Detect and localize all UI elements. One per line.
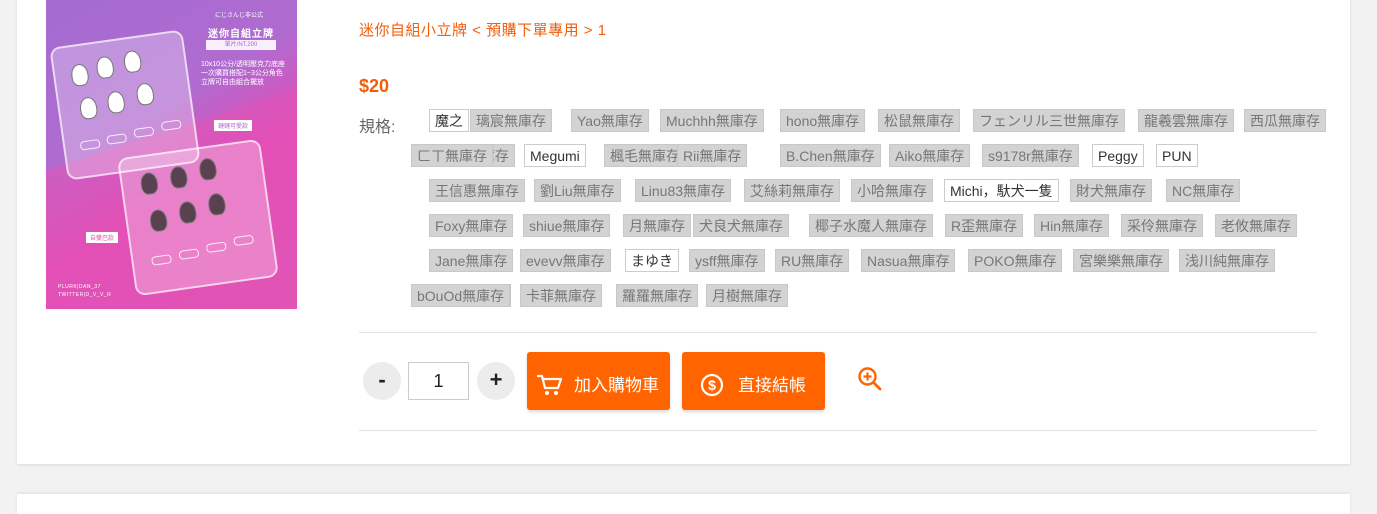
quantity-input[interactable] bbox=[408, 362, 469, 400]
spec-option[interactable]: Yao無庫存 bbox=[571, 109, 649, 132]
figure bbox=[206, 192, 227, 217]
figure bbox=[177, 200, 198, 225]
figure bbox=[95, 55, 116, 80]
spec-option[interactable]: 采伶無庫存 bbox=[1121, 214, 1203, 237]
spec-option[interactable]: PUN bbox=[1156, 144, 1198, 167]
spec-option[interactable]: shiue無庫存 bbox=[523, 214, 611, 237]
dollar-coin-icon: $ bbox=[700, 373, 724, 397]
checkout-button[interactable]: $ 直接結帳 bbox=[682, 352, 825, 410]
figure bbox=[106, 90, 126, 115]
image-price-tag: 單片/NT.200 bbox=[206, 40, 276, 50]
spec-option[interactable]: hono無庫存 bbox=[780, 109, 866, 132]
product-image[interactable]: にじさんじ非公式 迷你自組立牌 單片/NT.200 10x10公分/透明壓克力底… bbox=[46, 0, 297, 309]
spec-option[interactable]: ysff無庫存 bbox=[689, 249, 765, 272]
spec-option[interactable]: Linu83無庫存 bbox=[635, 179, 732, 202]
figure bbox=[139, 171, 160, 196]
stand-slot bbox=[133, 126, 155, 138]
spec-option[interactable]: Rii無庫存 bbox=[677, 144, 748, 167]
spec-option[interactable]: evevv無庫存 bbox=[520, 249, 611, 272]
spec-option[interactable]: 魔之 bbox=[429, 109, 469, 132]
spec-option[interactable]: Peggy bbox=[1092, 144, 1144, 167]
spec-option[interactable]: R歪無庫存 bbox=[945, 214, 1024, 237]
stand-slot bbox=[106, 133, 128, 145]
spec-option[interactable]: 楓毛無庫存 bbox=[604, 144, 686, 167]
spec-option[interactable]: 卡菲無庫存 bbox=[520, 284, 602, 307]
stand-slot bbox=[79, 138, 101, 151]
image-credit-twitter: TWITTER|D_V_V_R bbox=[58, 292, 112, 298]
figure bbox=[197, 157, 218, 182]
image-label-top: 鏈鏈可愛款 bbox=[214, 120, 253, 131]
image-label-bottom: 自雙巴款 bbox=[86, 232, 119, 243]
spec-option[interactable]: s9178r無庫存 bbox=[982, 144, 1079, 167]
checkout-label: 直接結帳 bbox=[738, 376, 806, 395]
quantity-minus-button[interactable]: - bbox=[363, 362, 401, 400]
stand-slot bbox=[205, 241, 227, 254]
spec-option[interactable]: 王信惠無庫存 bbox=[429, 179, 525, 202]
product-name: 迷你自組小立牌 < 預購下單專用 > 1 bbox=[359, 22, 607, 39]
next-card bbox=[17, 494, 1350, 514]
spec-option[interactable]: Muchhh無庫存 bbox=[660, 109, 764, 132]
stand-slot bbox=[178, 248, 200, 260]
stand-slot bbox=[233, 234, 255, 247]
figure bbox=[148, 208, 169, 233]
stand-slot bbox=[151, 254, 173, 266]
divider-bottom bbox=[359, 430, 1317, 431]
spec-option[interactable]: bOuOd無庫存 bbox=[411, 284, 511, 307]
acrylic-stand-dark-set bbox=[117, 138, 279, 297]
product-price: $20 bbox=[359, 76, 390, 96]
spec-option[interactable]: Aiko無庫存 bbox=[889, 144, 971, 167]
image-description: 10x10公分/透明壓克力底座一次購買搭配1~3公分角色立牌可自由組合擺放 bbox=[201, 61, 286, 86]
spec-option[interactable]: NC無庫存 bbox=[1166, 179, 1241, 202]
image-credit-plurk: PLURK|DAN_37 bbox=[58, 284, 101, 290]
image-credit: PLURK|DAN_37 TWITTER|D_V_V_R bbox=[58, 283, 111, 299]
zoom-in-icon[interactable] bbox=[857, 366, 883, 392]
spec-option[interactable]: 月無庫存 bbox=[623, 214, 691, 237]
spec-option[interactable]: 璃宸無庫存 bbox=[470, 109, 552, 132]
figure bbox=[78, 96, 99, 121]
spec-option[interactable]: 老攸無庫存 bbox=[1215, 214, 1297, 237]
stand-slot bbox=[160, 119, 182, 132]
spec-option[interactable]: 劉Liu無庫存 bbox=[534, 179, 621, 202]
product-card: にじさんじ非公式 迷你自組立牌 單片/NT.200 10x10公分/透明壓克力底… bbox=[17, 0, 1350, 464]
figure bbox=[122, 49, 143, 74]
spec-option[interactable]: Hin無庫存 bbox=[1034, 214, 1110, 237]
spec-option[interactable]: Foxy無庫存 bbox=[429, 214, 514, 237]
shopping-cart-icon bbox=[536, 373, 563, 397]
svg-text:$: $ bbox=[708, 377, 716, 393]
add-to-cart-button[interactable]: 加入購物車 bbox=[527, 352, 670, 410]
spec-option[interactable]: 宮樂樂無庫存 bbox=[1073, 249, 1169, 272]
spec-option[interactable]: 財犬無庫存 bbox=[1070, 179, 1152, 202]
divider-top bbox=[359, 332, 1317, 333]
spec-option[interactable]: 龍羲雲無庫存 bbox=[1138, 109, 1234, 132]
spec-option[interactable]: Jane無庫存 bbox=[429, 249, 514, 272]
add-to-cart-label: 加入購物車 bbox=[574, 376, 659, 395]
spec-option[interactable]: フェンリル三世無庫存 bbox=[973, 109, 1125, 132]
spec-option[interactable]: B.Chen無庫存 bbox=[780, 144, 881, 167]
image-title: 迷你自組立牌 bbox=[208, 29, 274, 40]
spec-option[interactable]: 椰子水魔人無庫存 bbox=[809, 214, 933, 237]
spec-option[interactable]: Megumi bbox=[524, 144, 586, 167]
spec-option[interactable]: 松鼠無庫存 bbox=[878, 109, 960, 132]
spec-option[interactable]: 浅川純無庫存 bbox=[1179, 249, 1275, 272]
image-subtitle: にじさんじ非公式 bbox=[214, 13, 263, 19]
spec-option[interactable]: ㄈㄒ無庫存 bbox=[411, 144, 493, 167]
spec-option[interactable]: 羅羅無庫存 bbox=[616, 284, 698, 307]
spec-option[interactable]: 小哈無庫存 bbox=[851, 179, 933, 202]
spec-option[interactable]: Nasua無庫存 bbox=[861, 249, 956, 272]
figure bbox=[168, 165, 189, 190]
spec-option[interactable]: 犬良犬無庫存 bbox=[693, 214, 789, 237]
spec-option[interactable]: 西瓜無庫存 bbox=[1244, 109, 1326, 132]
spec-option[interactable]: POKO無庫存 bbox=[968, 249, 1063, 272]
figure bbox=[135, 82, 156, 107]
figure bbox=[69, 62, 90, 88]
spec-option[interactable]: Michi，馱犬一隻 bbox=[944, 179, 1059, 202]
spec-option[interactable]: まゆき bbox=[625, 249, 679, 272]
spec-option[interactable]: RU無庫存 bbox=[775, 249, 850, 272]
spec-option[interactable]: 月樹無庫存 bbox=[706, 284, 788, 307]
spec-option[interactable]: 艾絲莉無庫存 bbox=[744, 179, 840, 202]
spec-label: 規格: bbox=[359, 119, 396, 136]
quantity-plus-button[interactable]: + bbox=[477, 362, 515, 400]
